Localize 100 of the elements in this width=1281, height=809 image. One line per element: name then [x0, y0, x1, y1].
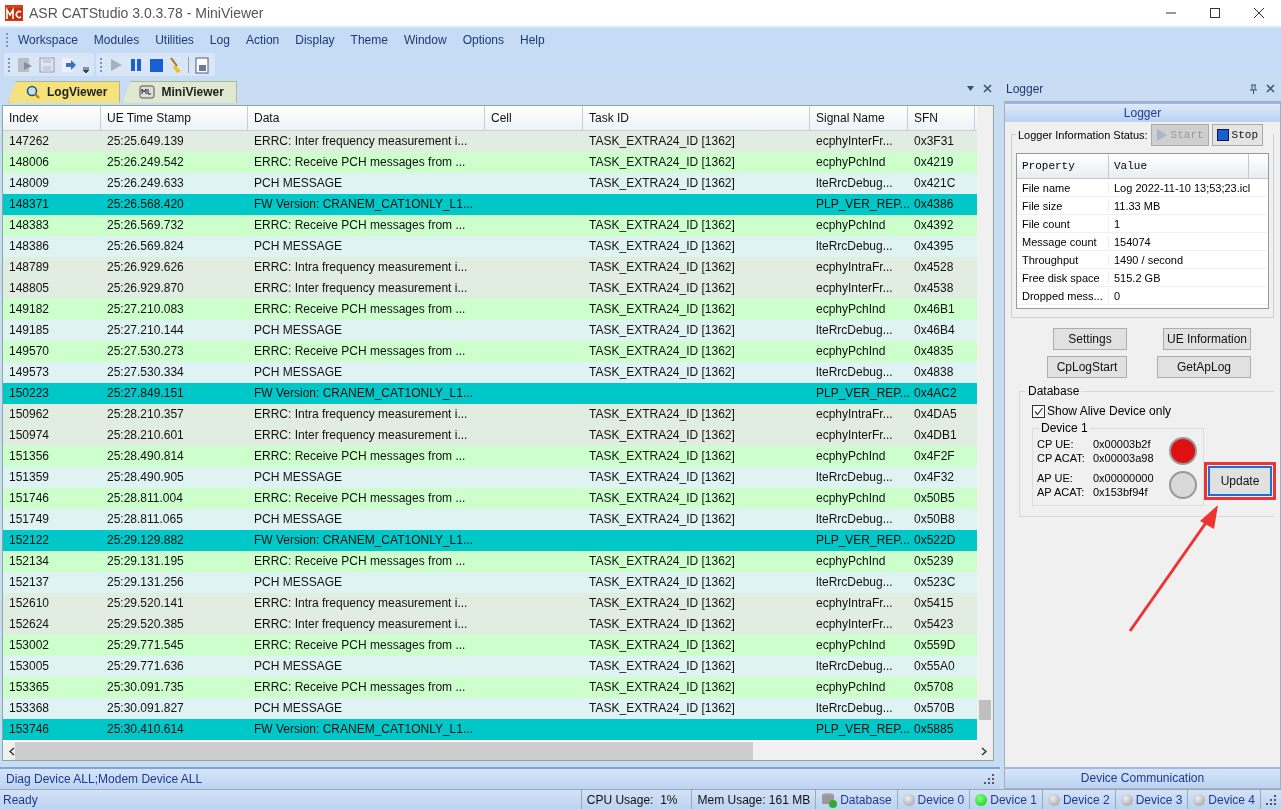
table-cell-text: TASK_EXTRA24_ID [1362]	[588, 302, 736, 317]
open-log-icon[interactable]	[16, 55, 34, 74]
scroll-left-icon[interactable]	[9, 746, 15, 756]
table-cell-text: 25:28.811.004	[106, 491, 184, 506]
column-header[interactable]: Value	[1109, 154, 1249, 178]
close-icon[interactable]	[1266, 84, 1275, 93]
table-cell-text: PLP_VER_REP...	[815, 386, 908, 401]
table-cell-text: PLP_VER_REP...	[815, 197, 908, 212]
table-cell-text: TASK_EXTRA24_ID [1362]	[588, 575, 736, 590]
table-row[interactable]: 148789 25:26.929.626 ERRC: Intra frequency measurement i... TASK_EXTRA24_ID [1362] ecphyIntraFr... 0x4528	[3, 256, 977, 278]
menu-item[interactable]: Help	[512, 33, 553, 47]
column-header[interactable]: SFN	[908, 105, 975, 130]
table-row[interactable]: 151356 25:28.490.814 ERRC: Receive PCH messages from ... TASK_EXTRA24_ID [1362] ecphyPchInd 0x4F2F	[3, 445, 977, 467]
horizontal-scrollbar[interactable]	[3, 742, 993, 761]
table-row[interactable]: 148371 25:26.568.420 FW Version: CRANEM_CAT1ONLY_L1... PLP_VER_REP... 0x4386	[3, 193, 977, 215]
report-icon[interactable]	[193, 55, 211, 74]
table-cell-text: TASK_EXTRA24_ID [1362]	[588, 680, 736, 695]
table-cell-text: 152624	[8, 617, 51, 632]
table-cell-text: 149573	[8, 365, 51, 380]
tab[interactable]: MiniViewer	[122, 80, 237, 103]
table-cell-text: 0x421C	[913, 176, 957, 191]
table-row[interactable]: 151359 25:28.490.905 PCH MESSAGE TASK_EXTRA24_ID [1362] lteRrcDebug... 0x4F32	[3, 466, 977, 488]
column-header[interactable]: UE Time Stamp	[101, 105, 248, 130]
table-row[interactable]: 152624 25:29.520.385 ERRC: Inter frequency measurement i... TASK_EXTRA24_ID [1362] ecphyInterFr... 0x5423	[3, 613, 977, 635]
table-row[interactable]: 148383 25:26.569.732 ERRC: Receive PCH messages from ... TASK_EXTRA24_ID [1362] ecphyPchInd 0x4392	[3, 214, 977, 236]
table-row[interactable]: 152134 25:29.131.195 ERRC: Receive PCH messages from ... TASK_EXTRA24_ID [1362] ecphyPchInd 0x5239	[3, 550, 977, 572]
table-row[interactable]: 151749 25:28.811.065 PCH MESSAGE TASK_EXTRA24_ID [1362] lteRrcDebug... 0x50B8	[3, 508, 977, 530]
table-row[interactable]: 149185 25:27.210.144 PCH MESSAGE TASK_EXTRA24_ID [1362] lteRrcDebug... 0x46B4	[3, 319, 977, 341]
table-cell-text: 0x570B	[913, 701, 956, 716]
table-cell-text: 152122	[8, 533, 51, 548]
table-row[interactable]: 150974 25:28.210.601 ERRC: Inter frequency measurement i... TASK_EXTRA24_ID [1362] ecphyInterFr... 0x4DB1	[3, 424, 977, 446]
table-row[interactable]: 150223 25:27.849.151 FW Version: CRANEM_CAT1ONLY_L1... PLP_VER_REP... 0x4AC2	[3, 382, 977, 404]
table-row[interactable]: 148009 25:26.249.633 PCH MESSAGE TASK_EXTRA24_ID [1362] lteRrcDebug... 0x421C	[3, 172, 977, 194]
table-row[interactable]: 149570 25:27.530.273 ERRC: Receive PCH messages from ... TASK_EXTRA24_ID [1362] ecphyPchInd 0x4835	[3, 340, 977, 362]
table-cell-text: TASK_EXTRA24_ID [1362]	[588, 428, 736, 443]
column-header[interactable]: Data	[248, 105, 485, 130]
table-row[interactable]: 148805 25:26.929.870 ERRC: Inter frequency measurement i... TASK_EXTRA24_ID [1362] ecphyInterFr... 0x4538	[3, 277, 977, 299]
update-button[interactable]: Update	[1208, 466, 1272, 496]
table-cell-text: 25:30.091.735	[106, 680, 185, 695]
table-row[interactable]: 152122 25:29.129.882 FW Version: CRANEM_CAT1ONLY_L1... PLP_VER_REP... 0x522D	[3, 529, 977, 551]
table-row[interactable]: 148386 25:26.569.824 PCH MESSAGE TASK_EXTRA24_ID [1362] lteRrcDebug... 0x4395	[3, 235, 977, 257]
table-row[interactable]: 148006 25:26.249.542 ERRC: Receive PCH messages from ... TASK_EXTRA24_ID [1362] ecphyPchInd 0x4219	[3, 151, 977, 173]
table-row[interactable]: 149573 25:27.530.334 PCH MESSAGE TASK_EXTRA24_ID [1362] lteRrcDebug... 0x4838	[3, 361, 977, 383]
table-row[interactable]: 153005 25:29.771.636 PCH MESSAGE TASK_EXTRA24_ID [1362] lteRrcDebug... 0x55A0	[3, 655, 977, 677]
memory-usage: Mem Usage: 161 MB	[697, 792, 811, 807]
table-row[interactable]: 152610 25:29.520.141 ERRC: Intra frequency measurement i... TASK_EXTRA24_ID [1362] ecphyIntraFr... 0x5415	[3, 592, 977, 614]
filter-text: Diag Device ALL;Modem Device ALL	[6, 772, 203, 787]
close-icon[interactable]	[1253, 7, 1265, 19]
table-cell-text: lteRrcDebug...	[815, 365, 894, 380]
column-header[interactable]: Signal Name	[810, 105, 908, 130]
table-row[interactable]: 153002 25:29.771.545 ERRC: Receive PCH messages from ... TASK_EXTRA24_ID [1362] ecphyPchInd 0x559D	[3, 634, 977, 656]
action-button[interactable]: GetApLog	[1157, 356, 1251, 378]
table-cell-text: ecphyInterFr...	[815, 134, 894, 149]
property-value: 0	[1113, 289, 1121, 302]
tab[interactable]: LogViewer	[8, 80, 121, 103]
property-value: 11.33 MB	[1113, 199, 1161, 212]
menu-item[interactable]: Log	[201, 33, 238, 47]
menu-item[interactable]: Utilities	[147, 33, 202, 47]
menu-item[interactable]: Options	[454, 33, 512, 47]
table-row[interactable]: 153365 25:30.091.735 ERRC: Receive PCH messages from ... TASK_EXTRA24_ID [1362] ecphyPchInd 0x5708	[3, 676, 977, 698]
table-row[interactable]: 150962 25:28.210.357 ERRC: Intra frequency measurement i... TASK_EXTRA24_ID [1362] ecphyIntraFr... 0x4DA5	[3, 403, 977, 425]
maximize-icon[interactable]	[1209, 7, 1221, 19]
menu-item[interactable]: Display	[287, 33, 343, 47]
table-row[interactable]: 147262 25:25.649.139 ERRC: Inter frequency measurement i... TASK_EXTRA24_ID [1362] ecphyInterFr... 0x3F31	[3, 130, 977, 152]
table-cell-text: PCH MESSAGE	[253, 365, 344, 380]
column-header[interactable]: Property	[1017, 154, 1109, 178]
table-cell-text: 0x5885	[913, 722, 955, 737]
action-button[interactable]: Settings	[1053, 328, 1127, 350]
dropdown-icon[interactable]	[966, 84, 975, 93]
table-cell-text: 0x4838	[913, 365, 955, 380]
column-header[interactable]: Cell	[485, 105, 583, 130]
pin-icon[interactable]	[1249, 84, 1258, 94]
export-icon[interactable]	[60, 55, 78, 74]
vertical-scrollbar[interactable]	[977, 105, 993, 743]
table-row[interactable]: 151746 25:28.811.004 ERRC: Receive PCH messages from ... TASK_EXTRA24_ID [1362] ecphyPchInd 0x50B5	[3, 487, 977, 509]
table-cell-text: 0x4835	[913, 344, 955, 359]
table-cell-text: 0x5423	[913, 617, 955, 632]
broom-icon[interactable]	[168, 55, 184, 74]
menu-item[interactable]: Modules	[85, 33, 148, 47]
menu-item[interactable]: Action	[237, 33, 288, 47]
table-cell-text: 150223	[8, 386, 51, 401]
menu-item[interactable]: Window	[395, 33, 455, 47]
action-button[interactable]: CpLogStart	[1047, 356, 1127, 378]
table-cell-text: TASK_EXTRA24_ID [1362]	[588, 491, 736, 506]
table-cell-text: TASK_EXTRA24_ID [1362]	[588, 218, 736, 233]
table-cell-text: 25:29.131.256	[106, 575, 185, 590]
action-button[interactable]: UE Information	[1163, 328, 1251, 350]
menu-item[interactable]: Workspace	[10, 33, 86, 47]
column-header[interactable]: Task ID	[583, 105, 810, 130]
table-row[interactable]: 153368 25:30.091.827 PCH MESSAGE TASK_EXTRA24_ID [1362] lteRrcDebug... 0x570B	[3, 697, 977, 719]
table-row[interactable]: 152137 25:29.131.256 PCH MESSAGE TASK_EXTRA24_ID [1362] lteRrcDebug... 0x523C	[3, 571, 977, 593]
menu-item[interactable]: Theme	[342, 33, 396, 47]
close-icon[interactable]	[983, 84, 992, 93]
table-row[interactable]: 153746 25:30.410.614 FW Version: CRANEM_CAT1ONLY_L1... PLP_VER_REP... 0x5885	[3, 718, 977, 740]
column-header[interactable]: Index	[3, 105, 101, 130]
scroll-right-icon[interactable]	[981, 746, 987, 756]
table-row[interactable]: 149182 25:27.210.083 ERRC: Receive PCH messages from ... TASK_EXTRA24_ID [1362] ecphyPchInd 0x46B1	[3, 298, 977, 320]
checkbox[interactable]	[1032, 404, 1045, 418]
table-cell-text: 148009	[8, 176, 51, 191]
stop-button[interactable]: Stop	[1211, 124, 1263, 146]
